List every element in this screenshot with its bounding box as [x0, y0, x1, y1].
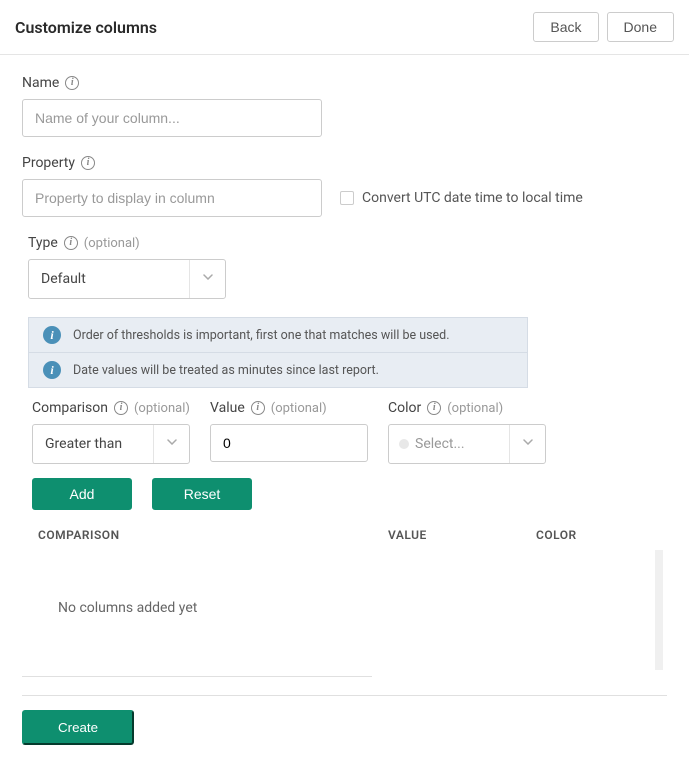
- info-icon: i: [43, 326, 61, 344]
- info-banner-date: i Date values will be treated as minutes…: [28, 353, 528, 388]
- divider: [22, 676, 372, 677]
- done-button[interactable]: Done: [607, 12, 674, 42]
- convert-utc-label: Convert UTC date time to local time: [362, 190, 583, 206]
- color-select[interactable]: Select...: [388, 424, 546, 464]
- chevron-down-icon: [509, 425, 545, 463]
- info-icon: i: [43, 361, 61, 379]
- type-select-value: Default: [29, 271, 98, 287]
- info-icon[interactable]: i: [65, 76, 79, 90]
- empty-state-text: No columns added yet: [58, 600, 197, 616]
- color-field: Color i (optional) Select...: [388, 400, 546, 464]
- comparison-optional: (optional): [134, 401, 190, 416]
- info-icon[interactable]: i: [427, 401, 441, 415]
- th-color: COLOR: [536, 528, 667, 542]
- value-input[interactable]: [210, 424, 368, 462]
- info-icon[interactable]: i: [81, 156, 95, 170]
- name-field-group: Name i: [22, 75, 667, 137]
- page-title: Customize columns: [15, 18, 157, 37]
- value-field: Value i (optional): [210, 400, 368, 464]
- color-select-placeholder: Select...: [415, 436, 477, 452]
- table-header-row: COMPARISON VALUE COLOR: [22, 520, 667, 550]
- chevron-down-icon: [189, 260, 225, 298]
- threshold-actions: Add Reset: [32, 478, 667, 510]
- property-label: Property: [22, 155, 75, 171]
- th-comparison: COMPARISON: [38, 528, 388, 542]
- reset-button[interactable]: Reset: [152, 478, 252, 510]
- comparison-select-value: Greater than: [33, 436, 134, 452]
- property-input[interactable]: [22, 179, 322, 217]
- info-banner-order: i Order of thresholds is important, firs…: [28, 317, 528, 353]
- color-swatch: [399, 439, 409, 449]
- dialog-content: Name i Property i Convert UTC date time …: [0, 55, 689, 765]
- comparison-select[interactable]: Greater than: [32, 424, 190, 464]
- thresholds-table: COMPARISON VALUE COLOR No columns added …: [22, 520, 667, 677]
- chevron-down-icon: [153, 425, 189, 463]
- dialog-header: Customize columns Back Done: [0, 0, 689, 55]
- value-label: Value: [210, 400, 245, 416]
- info-banner-text: Order of thresholds is important, first …: [73, 328, 450, 343]
- threshold-row: Comparison i (optional) Greater than Val…: [32, 400, 667, 464]
- type-label: Type: [28, 235, 58, 251]
- type-optional: (optional): [84, 236, 140, 251]
- name-input[interactable]: [22, 99, 322, 137]
- info-icon[interactable]: i: [114, 401, 128, 415]
- info-icon[interactable]: i: [64, 236, 78, 250]
- color-label: Color: [388, 400, 421, 416]
- add-button[interactable]: Add: [32, 478, 132, 510]
- property-field-group: Property i Convert UTC date time to loca…: [22, 155, 667, 217]
- info-banner-text: Date values will be treated as minutes s…: [73, 363, 379, 378]
- table-body: No columns added yet: [22, 550, 663, 670]
- type-field-group: Type i (optional) Default: [22, 235, 667, 299]
- value-optional: (optional): [271, 401, 327, 416]
- divider: [22, 695, 667, 696]
- type-select[interactable]: Default: [28, 259, 226, 299]
- comparison-label: Comparison: [32, 400, 108, 416]
- th-value: VALUE: [388, 528, 536, 542]
- name-label: Name: [22, 75, 59, 91]
- info-icon[interactable]: i: [251, 401, 265, 415]
- color-optional: (optional): [447, 401, 503, 416]
- comparison-field: Comparison i (optional) Greater than: [32, 400, 190, 464]
- header-actions: Back Done: [533, 12, 674, 42]
- convert-utc-checkbox[interactable]: [340, 191, 354, 205]
- back-button[interactable]: Back: [533, 12, 598, 42]
